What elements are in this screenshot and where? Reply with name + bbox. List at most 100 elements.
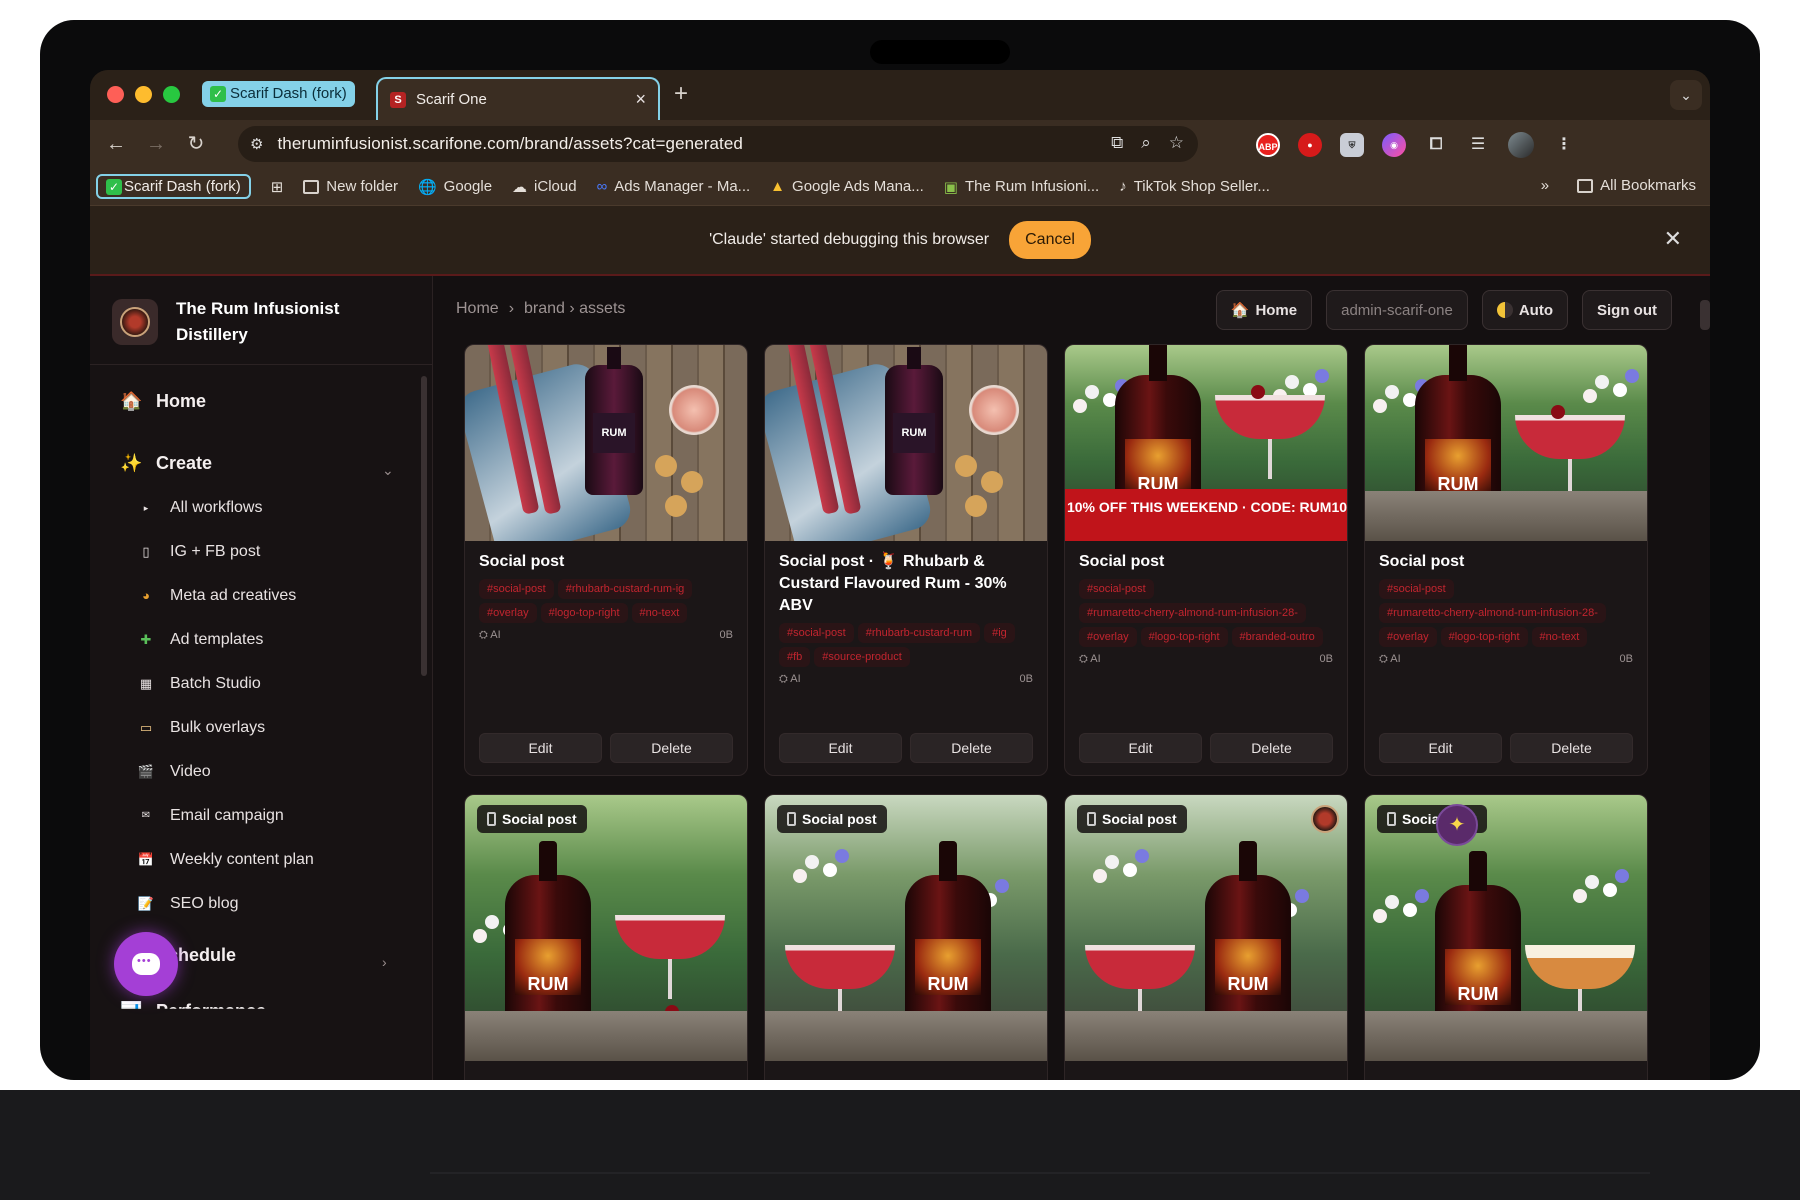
bookmark-new-folder[interactable]: New folder xyxy=(303,178,398,195)
tag[interactable]: #logo-top-right xyxy=(540,603,628,623)
delete-button[interactable]: Delete xyxy=(1210,733,1333,763)
url-text[interactable]: theruminfusionist.scarifone.com/brand/as… xyxy=(277,134,743,154)
asset-thumbnail[interactable]: RUM xyxy=(1365,345,1647,541)
tab-group-chip[interactable]: ✓ Scarif Dash (fork) xyxy=(202,81,355,107)
minimize-window-button[interactable] xyxy=(135,86,152,103)
sidebar-subitem-meta-ad-creatives[interactable]: ◕ Meta ad creatives xyxy=(136,586,296,606)
active-tab[interactable]: S Scarif One × xyxy=(376,77,660,120)
edit-button[interactable]: Edit xyxy=(479,733,602,763)
sidebar-subitem-all-workflows[interactable]: ▸ All workflows xyxy=(136,498,263,518)
header-home-button[interactable]: 🏠 Home xyxy=(1215,290,1313,330)
tag[interactable]: #no-text xyxy=(631,603,688,623)
close-infobar-icon[interactable]: ✕ xyxy=(1664,226,1682,252)
all-bookmarks[interactable]: All Bookmarks xyxy=(1577,177,1696,194)
reading-list-icon[interactable]: ☰ xyxy=(1466,133,1490,157)
tab-search-chevron-icon[interactable]: ⌄ xyxy=(1670,80,1702,110)
install-app-icon[interactable]: ⧉ xyxy=(1111,133,1123,153)
sign-out-button[interactable]: Sign out xyxy=(1582,290,1672,330)
breadcrumb-home[interactable]: Home xyxy=(456,300,499,318)
sidebar-subitem-video[interactable]: 🎬 Video xyxy=(136,762,211,782)
tag[interactable]: #logo-top-right xyxy=(1140,627,1228,647)
tag[interactable]: #rumaretto-cherry-almond-rum-infusion-28… xyxy=(1079,603,1306,623)
sidebar-subitem-ad-templates[interactable]: ✚ Ad templates xyxy=(136,630,264,650)
zoom-icon[interactable]: ⌕ xyxy=(1141,133,1151,153)
sidebar-subitem-seo-blog[interactable]: 📝 SEO blog xyxy=(136,894,239,914)
chevron-down-icon[interactable]: ⌄ xyxy=(382,462,394,479)
tag[interactable]: #rhubarb-custard-rum xyxy=(857,623,981,643)
bookmark-group-chip[interactable]: ✓ Scarif Dash (fork) xyxy=(96,174,251,199)
bookmark-ads-manager[interactable]: ∞ Ads Manager - Ma... xyxy=(597,178,751,195)
sidebar-subitem-ig-fb-post[interactable]: ▯ IG + FB post xyxy=(136,542,260,562)
tag[interactable]: #overlay xyxy=(1079,627,1137,647)
bookmark-star-icon[interactable]: ☆ xyxy=(1169,133,1184,153)
sidebar-subitem-batch-studio[interactable]: ▦ Batch Studio xyxy=(136,674,261,694)
delete-button[interactable]: Delete xyxy=(1510,733,1633,763)
sidebar-item-home[interactable]: 🏠 Home xyxy=(120,390,206,412)
bookmark-rum-infusionist[interactable]: ▣ The Rum Infusioni... xyxy=(944,178,1099,196)
main-scrollbar[interactable] xyxy=(1700,300,1710,330)
sidebar-subitem-bulk-overlays[interactable]: ▭ Bulk overlays xyxy=(136,718,265,738)
theme-toggle-button[interactable]: Auto xyxy=(1481,290,1568,330)
asset-thumbnail[interactable]: RUM Social post xyxy=(1065,795,1347,1061)
tag[interactable]: #logo-top-right xyxy=(1440,627,1528,647)
fullscreen-window-button[interactable] xyxy=(163,86,180,103)
edit-button[interactable]: Edit xyxy=(1379,733,1502,763)
address-bar[interactable]: ⚙ theruminfusionist.scarifone.com/brand/… xyxy=(238,126,1198,162)
tag[interactable]: #rumaretto-cherry-almond-rum-infusion-28… xyxy=(1379,603,1606,623)
asset-thumbnail[interactable]: RUM 10% OFF THIS WEEKEND · CODE: RUM10 xyxy=(1065,345,1347,541)
bookmark-google-ads[interactable]: ▲ Google Ads Mana... xyxy=(770,178,924,195)
bookmark-google[interactable]: 🌐 Google xyxy=(418,178,492,196)
close-window-button[interactable] xyxy=(107,86,124,103)
sidebar-subitem-email-campaign[interactable]: ✉ Email campaign xyxy=(136,806,284,826)
profile-avatar[interactable] xyxy=(1508,132,1534,158)
tag[interactable]: #overlay xyxy=(1379,627,1437,647)
puzzle-extensions-icon[interactable]: ⧠ xyxy=(1424,133,1448,157)
sidebar-subitem-weekly-content-plan[interactable]: 📅 Weekly content plan xyxy=(136,850,314,870)
forward-arrow-icon[interactable]: → xyxy=(142,130,170,158)
delete-button[interactable]: Delete xyxy=(610,733,733,763)
signal-extension-icon[interactable]: ◉ xyxy=(1382,133,1406,157)
edit-button[interactable]: Edit xyxy=(1079,733,1202,763)
asset-thumbnail[interactable]: RUM xyxy=(765,345,1047,541)
apps-grid-icon[interactable]: ⊞ xyxy=(271,178,284,196)
back-arrow-icon[interactable]: ← xyxy=(102,130,130,158)
brand-header[interactable]: The Rum Infusionist Distillery xyxy=(112,296,376,348)
chevron-right-icon[interactable]: › xyxy=(382,954,387,970)
bottle-label: RUM xyxy=(893,413,935,453)
sidebar-scrollbar[interactable] xyxy=(421,376,427,676)
red-extension-icon[interactable]: ● xyxy=(1298,133,1322,157)
sidebar-item-create[interactable]: ✨ Create xyxy=(120,452,212,474)
sidebar-divider xyxy=(90,364,433,365)
tag[interactable]: #social-post xyxy=(1079,579,1154,599)
tag[interactable]: #social-post xyxy=(1379,579,1454,599)
bookmarks-overflow-icon[interactable]: » xyxy=(1541,177,1549,194)
bookmark-icloud[interactable]: ☁ iCloud xyxy=(512,178,577,196)
tag[interactable]: #source-product xyxy=(814,647,910,667)
asset-thumbnail[interactable]: RUM Social post xyxy=(1365,795,1647,1061)
delete-button[interactable]: Delete xyxy=(910,733,1033,763)
asset-thumbnail[interactable]: RUM Social post xyxy=(765,795,1047,1061)
browser-menu-icon[interactable]: ⋮ xyxy=(1552,133,1576,157)
reload-icon[interactable]: ↻ xyxy=(182,130,210,158)
asset-thumbnail[interactable]: RUM Social post xyxy=(465,795,747,1061)
tag[interactable]: #fb xyxy=(779,647,811,667)
tag[interactable]: #no-text xyxy=(1531,627,1588,647)
tag[interactable]: #ig xyxy=(984,623,1015,643)
sidebar-item-performance[interactable]: 📊 Performance xyxy=(120,1000,266,1009)
tag[interactable]: #branded-outro xyxy=(1231,627,1323,647)
tag[interactable]: #rhubarb-custard-rum-ig xyxy=(557,579,693,599)
tag[interactable]: #social-post xyxy=(779,623,854,643)
ai-assistant-sparkle-button[interactable]: ✦ xyxy=(1436,804,1478,846)
shield-extension-icon[interactable]: ⛨ xyxy=(1340,133,1364,157)
tag[interactable]: #social-post xyxy=(479,579,554,599)
asset-thumbnail[interactable]: RUM xyxy=(465,345,747,541)
chat-support-button[interactable] xyxy=(114,932,178,996)
tab-close-icon[interactable]: × xyxy=(635,89,646,110)
bookmark-tiktok-shop[interactable]: ♪ TikTok Shop Seller... xyxy=(1119,178,1270,195)
new-tab-icon[interactable]: + xyxy=(674,80,688,108)
cancel-debugging-button[interactable]: Cancel xyxy=(1009,221,1091,259)
adblock-extension-icon[interactable]: ABP xyxy=(1256,133,1280,157)
edit-button[interactable]: Edit xyxy=(779,733,902,763)
tag[interactable]: #overlay xyxy=(479,603,537,623)
site-info-icon[interactable]: ⚙ xyxy=(250,135,263,153)
